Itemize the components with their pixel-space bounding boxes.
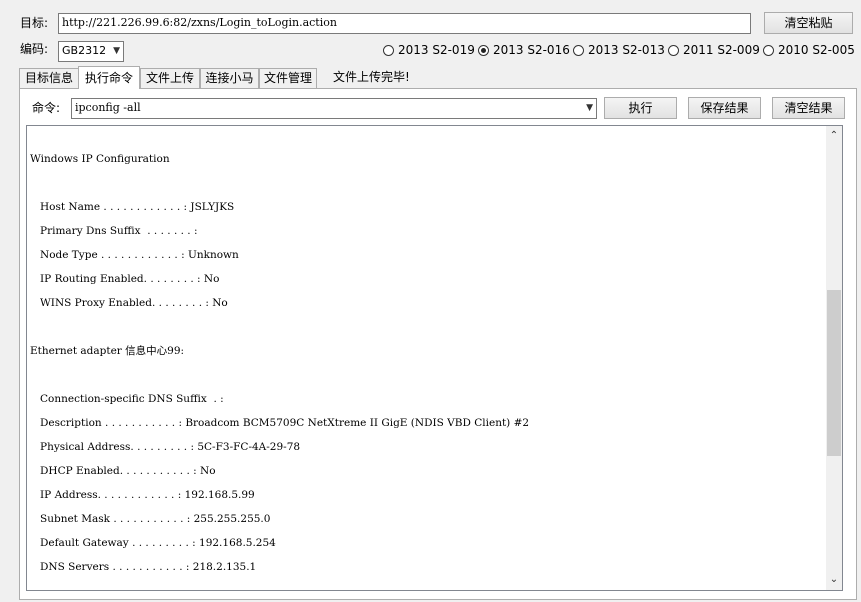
radio-selected-icon <box>478 44 489 56</box>
tab-file-manager[interactable]: 文件管理 <box>259 68 317 88</box>
output-line: Default Gateway . . . . . . . . . : 192.… <box>30 537 276 549</box>
save-results-button[interactable]: 保存结果 <box>688 97 761 119</box>
output-line: Primary Dns Suffix . . . . . . . : <box>30 225 198 237</box>
output-scrollbar[interactable]: ⌃ ⌄ <box>826 126 842 590</box>
chevron-down-icon: ▼ <box>113 46 120 56</box>
tab-target-info[interactable]: 目标信息 <box>19 68 79 88</box>
radio-icon <box>573 44 584 56</box>
output-line: Subnet Mask . . . . . . . . . . . : 255.… <box>30 513 271 525</box>
execute-button[interactable]: 执行 <box>604 97 677 119</box>
tab-connect-shell[interactable]: 连接小马 <box>200 68 259 88</box>
scroll-down-icon[interactable]: ⌄ <box>826 572 842 588</box>
output-line: IP Routing Enabled. . . . . . . . : No <box>30 273 220 285</box>
scrollbar-thumb[interactable] <box>827 290 841 456</box>
tab-file-upload[interactable]: 文件上传 <box>140 68 200 88</box>
output-line: IP Address. . . . . . . . . . . . : 192.… <box>30 489 255 501</box>
target-url-input[interactable]: http://221.226.99.6:82/zxns/Login_toLogi… <box>58 13 751 34</box>
version-radio-2010-s2-005[interactable]: 2010 S2-005 <box>763 41 855 59</box>
version-label: 2011 S2-009 <box>683 43 760 57</box>
output-line: Connection-specific DNS Suffix . : <box>30 393 224 405</box>
output-line: WINS Proxy Enabled. . . . . . . . : No <box>30 297 228 309</box>
output-line: Host Name . . . . . . . . . . . . : JSLY… <box>30 201 235 213</box>
command-output[interactable]: Windows IP Configuration Host Name . . .… <box>26 125 843 591</box>
version-label: 2013 S2-016 <box>493 43 570 57</box>
chevron-down-icon: ▼ <box>586 103 593 113</box>
clear-results-button[interactable]: 清空结果 <box>772 97 845 119</box>
encoding-value: GB2312 <box>62 44 107 57</box>
output-line: Ethernet adapter 信息中心99: <box>30 345 185 357</box>
radio-icon <box>383 44 394 56</box>
version-radio-2013-s2-019[interactable]: 2013 S2-019 <box>383 41 475 59</box>
output-line: Windows IP Configuration <box>30 153 170 165</box>
command-label: 命令: <box>32 101 61 115</box>
clear-paste-button[interactable]: 清空粘贴 <box>764 12 853 34</box>
status-message: 文件上传完毕! <box>333 70 410 84</box>
version-radio-2011-s2-009[interactable]: 2011 S2-009 <box>668 41 760 59</box>
encoding-select[interactable]: GB2312 ▼ <box>58 41 124 62</box>
output-line: Node Type . . . . . . . . . . . . : Unkn… <box>30 249 239 261</box>
target-label: 目标: <box>20 16 49 30</box>
command-value: ipconfig -all <box>75 101 141 114</box>
output-line: DNS Servers . . . . . . . . . . . : 218.… <box>30 561 257 573</box>
encoding-label: 编码: <box>20 42 49 56</box>
radio-icon <box>668 44 679 56</box>
output-line: Physical Address. . . . . . . . . : 5C-F… <box>30 441 301 453</box>
version-label: 2013 S2-013 <box>588 43 665 57</box>
version-label: 2013 S2-019 <box>398 43 475 57</box>
scroll-up-icon[interactable]: ⌃ <box>826 128 842 144</box>
output-line: Description . . . . . . . . . . . : Broa… <box>30 417 530 429</box>
version-label: 2010 S2-005 <box>778 43 855 57</box>
version-radio-2013-s2-013[interactable]: 2013 S2-013 <box>573 41 665 59</box>
output-line: DHCP Enabled. . . . . . . . . . . : No <box>30 465 216 477</box>
radio-icon <box>763 44 774 56</box>
command-input[interactable]: ipconfig -all ▼ <box>71 98 597 119</box>
version-radio-2013-s2-016[interactable]: 2013 S2-016 <box>478 41 570 59</box>
tab-execute-command[interactable]: 执行命令 <box>78 66 140 89</box>
